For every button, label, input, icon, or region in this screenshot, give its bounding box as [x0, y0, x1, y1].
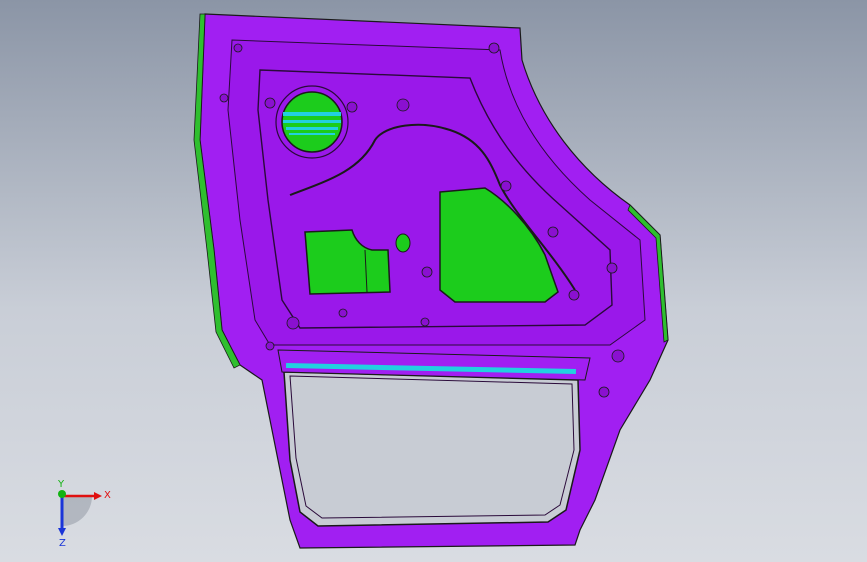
y-axis-label: Y	[57, 479, 65, 490]
z-axis-arrow	[58, 528, 66, 536]
triad-shade	[62, 496, 92, 526]
3d-viewport[interactable]: X Z Y	[0, 0, 867, 562]
z-axis-label: Z	[59, 538, 66, 548]
door-panel-model[interactable]	[0, 0, 867, 562]
y-axis-dot	[58, 490, 66, 498]
window-opening[interactable]	[283, 371, 581, 527]
x-axis-label: X	[104, 490, 111, 501]
orientation-triad[interactable]: X Z Y	[40, 478, 120, 548]
x-axis-arrow	[94, 492, 102, 500]
door-inner-panel[interactable]	[227, 39, 646, 346]
small-hole	[395, 233, 411, 253]
